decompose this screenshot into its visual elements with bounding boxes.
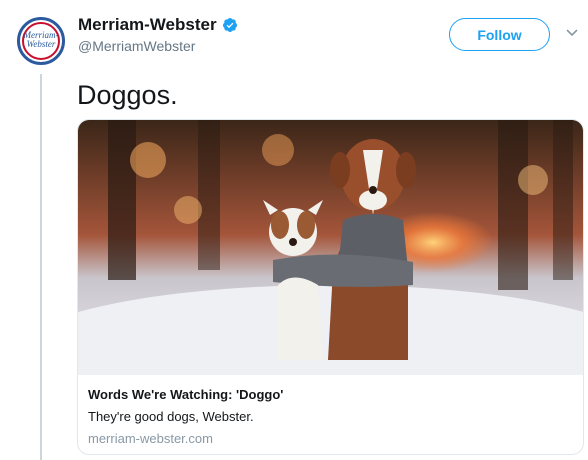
chevron-down-icon[interactable]	[566, 27, 578, 39]
card-description: They're good dogs, Webster.	[88, 409, 254, 424]
card-image[interactable]	[78, 120, 584, 375]
author-name-row[interactable]: Merriam-Webster	[78, 15, 238, 35]
card-domain[interactable]: merriam-webster.com	[88, 431, 573, 446]
tweet-text: Doggos.	[77, 80, 178, 110]
avatar[interactable]: Merriam- Webster	[17, 17, 65, 65]
thread-line	[40, 74, 42, 460]
author-handle[interactable]: @MerriamWebster	[78, 38, 195, 54]
card-body[interactable]: Words We're Watching: 'Doggo' They're go…	[78, 375, 583, 454]
display-name[interactable]: Merriam-Webster	[78, 15, 217, 35]
avatar-logo-text: Merriam- Webster	[20, 31, 62, 49]
avatar-logo-line2: Webster	[26, 39, 56, 49]
follow-button[interactable]: Follow	[449, 18, 550, 51]
link-card[interactable]: Words We're Watching: 'Doggo' They're go…	[77, 119, 584, 455]
card-title[interactable]: Words We're Watching: 'Doggo'	[88, 387, 573, 402]
verified-badge-icon	[222, 18, 237, 32]
